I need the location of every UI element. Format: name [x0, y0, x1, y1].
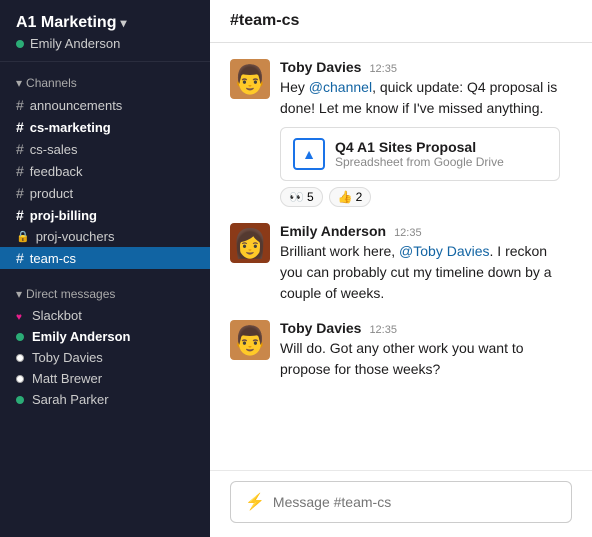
- sidebar-item-label: feedback: [30, 164, 83, 179]
- matt-status-dot: [16, 375, 24, 383]
- message-meta: Toby Davies 12:35: [280, 320, 572, 336]
- message-input-box[interactable]: ⚡: [230, 481, 572, 523]
- reaction-emoji: 👀: [289, 190, 304, 204]
- attachment-info: Q4 A1 Sites Proposal Spreadsheet from Go…: [335, 139, 504, 169]
- mention: @channel: [309, 79, 372, 95]
- message-input-area: ⚡: [210, 470, 592, 537]
- channel-header: #team-cs: [210, 0, 592, 43]
- dm-label: Sarah Parker: [32, 392, 109, 407]
- sidebar: A1 Marketing ▾ Emily Anderson ▾ Channels…: [0, 0, 210, 537]
- avatar-toby: [230, 59, 270, 99]
- sidebar-item-proj-billing[interactable]: # proj-billing: [0, 204, 210, 226]
- message-meta: Emily Anderson 12:35: [280, 223, 572, 239]
- workspace-name[interactable]: A1 Marketing ▾: [16, 14, 198, 32]
- sidebar-item-label: announcements: [30, 98, 123, 113]
- dm-header-label: Direct messages: [26, 287, 115, 301]
- message-timestamp: 12:35: [369, 324, 397, 336]
- dm-label: Slackbot: [32, 308, 82, 323]
- reactions: 👀 5 👍 2: [280, 187, 572, 207]
- channel-title: #team-cs: [230, 12, 299, 29]
- message-body: Toby Davies 12:35 Will do. Got any other…: [280, 320, 572, 380]
- workspace-chevron-icon: ▾: [120, 16, 126, 30]
- user-status-dot: [16, 40, 24, 48]
- attachment[interactable]: ▲ Q4 A1 Sites Proposal Spreadsheet from …: [280, 127, 560, 181]
- dm-item-slackbot[interactable]: ♥ Slackbot: [0, 305, 210, 326]
- dm-item-emily[interactable]: Emily Anderson: [0, 326, 210, 347]
- sidebar-item-label: proj-billing: [30, 208, 97, 223]
- sender-name: Toby Davies: [280, 320, 361, 336]
- sidebar-item-label: proj-vouchers: [36, 229, 115, 244]
- sidebar-item-proj-vouchers[interactable]: 🔒 proj-vouchers: [0, 226, 210, 247]
- message-text: Brilliant work here, @Toby Davies. I rec…: [280, 241, 572, 304]
- message-timestamp: 12:35: [394, 227, 422, 239]
- messages-area: Toby Davies 12:35 Hey @channel, quick up…: [210, 43, 592, 470]
- dm-label: Toby Davies: [32, 350, 103, 365]
- dm-item-matt[interactable]: Matt Brewer: [0, 368, 210, 389]
- hash-icon: #: [16, 207, 24, 223]
- dm-item-sarah[interactable]: Sarah Parker: [0, 389, 210, 410]
- channels-header[interactable]: ▾ Channels: [0, 72, 210, 94]
- dm-label: Emily Anderson: [32, 329, 130, 344]
- hash-icon: #: [16, 97, 24, 113]
- dm-header[interactable]: ▾ Direct messages: [0, 283, 210, 305]
- mention: @Toby Davies: [399, 243, 489, 259]
- dm-section: ▾ Direct messages ♥ Slackbot Emily Ander…: [0, 273, 210, 414]
- lightning-icon: ⚡: [245, 492, 265, 512]
- sidebar-item-cs-marketing[interactable]: # cs-marketing: [0, 116, 210, 138]
- reaction-thumbsup[interactable]: 👍 2: [329, 187, 372, 207]
- reaction-emoji: 👍: [338, 190, 353, 204]
- message-body: Emily Anderson 12:35 Brilliant work here…: [280, 223, 572, 304]
- dm-item-toby[interactable]: Toby Davies: [0, 347, 210, 368]
- message-row: Emily Anderson 12:35 Brilliant work here…: [230, 223, 572, 304]
- sidebar-item-team-cs[interactable]: # team-cs: [0, 247, 210, 269]
- lock-icon: 🔒: [16, 230, 30, 243]
- dm-label: Matt Brewer: [32, 371, 102, 386]
- channels-collapse-icon: ▾: [16, 76, 22, 90]
- message-text: Hey @channel, quick update: Q4 proposal …: [280, 77, 572, 119]
- channels-header-label: Channels: [26, 76, 77, 90]
- message-meta: Toby Davies 12:35: [280, 59, 572, 75]
- main-content: #team-cs Toby Davies 12:35 Hey @channel,…: [210, 0, 592, 537]
- message-row: Toby Davies 12:35 Will do. Got any other…: [230, 320, 572, 380]
- avatar-toby: [230, 320, 270, 360]
- sender-name: Toby Davies: [280, 59, 361, 75]
- message-timestamp: 12:35: [369, 63, 397, 75]
- slackbot-heart-icon: ♥: [16, 312, 24, 320]
- attachment-title: Q4 A1 Sites Proposal: [335, 139, 504, 155]
- sidebar-item-announcements[interactable]: # announcements: [0, 94, 210, 116]
- sidebar-item-label: cs-sales: [30, 142, 78, 157]
- sidebar-item-label: cs-marketing: [30, 120, 111, 135]
- message-body: Toby Davies 12:35 Hey @channel, quick up…: [280, 59, 572, 207]
- reaction-eyes[interactable]: 👀 5: [280, 187, 323, 207]
- sidebar-header: A1 Marketing ▾ Emily Anderson: [0, 0, 210, 62]
- channels-section: ▾ Channels # announcements # cs-marketin…: [0, 62, 210, 273]
- workspace-label: A1 Marketing: [16, 14, 116, 32]
- current-user-name: Emily Anderson: [30, 36, 120, 51]
- sender-name: Emily Anderson: [280, 223, 386, 239]
- sarah-status-dot: [16, 396, 24, 404]
- dm-collapse-icon: ▾: [16, 287, 22, 301]
- hash-icon: #: [16, 119, 24, 135]
- avatar-emily: [230, 223, 270, 263]
- current-user-status: Emily Anderson: [16, 36, 198, 51]
- sidebar-item-cs-sales[interactable]: # cs-sales: [0, 138, 210, 160]
- toby-status-dot: [16, 354, 24, 362]
- hash-icon: #: [16, 163, 24, 179]
- reaction-count: 2: [356, 190, 363, 204]
- sidebar-item-label: product: [30, 186, 73, 201]
- reaction-count: 5: [307, 190, 314, 204]
- sidebar-item-feedback[interactable]: # feedback: [0, 160, 210, 182]
- emily-status-dot: [16, 333, 24, 341]
- sidebar-item-product[interactable]: # product: [0, 182, 210, 204]
- google-drive-icon: ▲: [293, 138, 325, 170]
- message-text: Will do. Got any other work you want to …: [280, 338, 572, 380]
- sidebar-item-label: team-cs: [30, 251, 76, 266]
- hash-icon: #: [16, 250, 24, 266]
- message-row: Toby Davies 12:35 Hey @channel, quick up…: [230, 59, 572, 207]
- message-input[interactable]: [273, 494, 557, 510]
- attachment-subtitle: Spreadsheet from Google Drive: [335, 155, 504, 169]
- hash-icon: #: [16, 185, 24, 201]
- hash-icon: #: [16, 141, 24, 157]
